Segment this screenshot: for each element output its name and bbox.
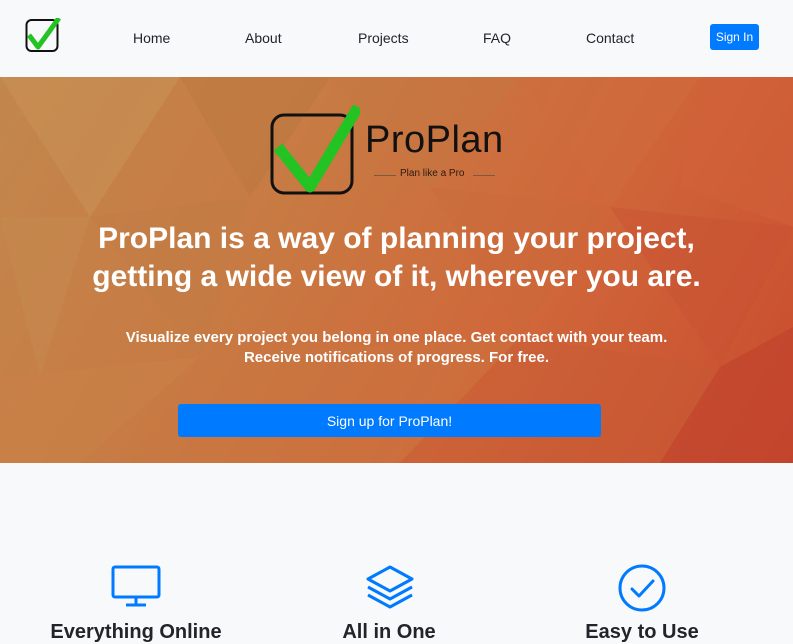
checkmark-logo-icon: [270, 105, 360, 195]
features-section: Everything Online All in One Easy to Use: [0, 463, 793, 643]
hero-section: ProPlan Plan like a Pro ProPlan is a way…: [0, 77, 793, 463]
headline-line: ProPlan is a way of planning your projec…: [98, 222, 695, 255]
nav-faq[interactable]: FAQ: [483, 30, 511, 46]
feature-title: Easy to Use: [585, 621, 699, 643]
tagline-divider: [473, 175, 495, 176]
hero-subheadline: Visualize every project you belong in on…: [60, 328, 733, 368]
signup-button[interactable]: Sign up for ProPlan!: [178, 404, 601, 437]
tagline-divider: [374, 175, 396, 176]
subheadline-line: Visualize every project you belong in on…: [125, 329, 668, 346]
monitor-icon: [111, 565, 161, 607]
brand-name: ProPlan: [365, 119, 504, 161]
navbar: Home About Projects FAQ Contact Sign In: [0, 0, 793, 77]
feature-title: All in One: [342, 621, 436, 643]
nav-home[interactable]: Home: [133, 30, 170, 46]
sign-in-button[interactable]: Sign In: [710, 24, 759, 50]
headline-line: getting a wide view of it, wherever you …: [92, 260, 701, 293]
check-circle-icon: [618, 564, 666, 612]
hero-headline: ProPlan is a way of planning your projec…: [40, 220, 753, 296]
nav-contact[interactable]: Contact: [586, 30, 634, 46]
brand-logo: ProPlan Plan like a Pro: [270, 105, 510, 195]
layers-icon: [366, 565, 414, 609]
nav-about[interactable]: About: [245, 30, 282, 46]
nav-projects[interactable]: Projects: [358, 30, 409, 46]
brand-tagline: Plan like a Pro: [400, 168, 465, 179]
checkmark-logo-icon[interactable]: [25, 18, 61, 54]
feature-title: Everything Online: [50, 621, 222, 643]
subheadline-line: Receive notifications of progress. For f…: [243, 349, 550, 366]
